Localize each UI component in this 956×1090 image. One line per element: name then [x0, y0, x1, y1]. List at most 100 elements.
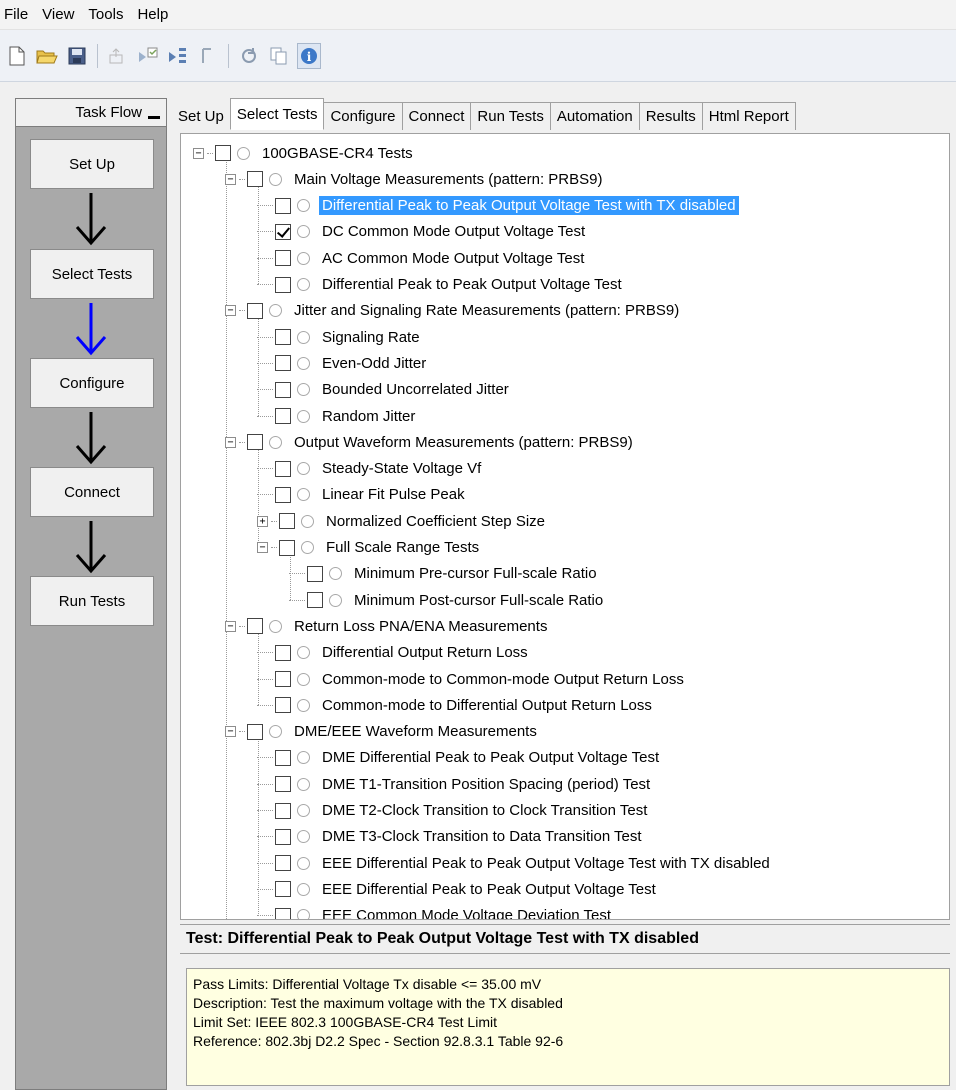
checkbox[interactable] — [275, 855, 291, 872]
tree-item-label[interactable]: Signaling Rate — [319, 328, 423, 347]
tree-item[interactable]: + Normalized Coefficient Step Size — [257, 508, 548, 534]
tree-item[interactable]: DME T2-Clock Transition to Clock Transit… — [257, 798, 650, 824]
checkbox[interactable] — [247, 723, 263, 740]
checkbox[interactable] — [275, 276, 291, 293]
refresh-icon[interactable] — [237, 43, 261, 69]
test-tree[interactable]: − 100GBASE-CR4 Tests − Main Voltage Measure… — [180, 133, 950, 920]
checkbox[interactable] — [307, 565, 323, 582]
tree-item[interactable]: Even-Odd Jitter — [257, 350, 429, 376]
taskflow-step-set-up[interactable]: Set Up — [30, 139, 154, 189]
tree-item[interactable]: Differential Peak to Peak Output Voltage… — [257, 193, 739, 219]
tree-item-label[interactable]: EEE Common Mode Voltage Deviation Test — [319, 906, 614, 919]
checkbox[interactable] — [275, 250, 291, 267]
checkbox[interactable] — [275, 329, 291, 346]
checkbox[interactable] — [247, 302, 263, 319]
tree-item-label[interactable]: Normalized Coefficient Step Size — [323, 512, 548, 531]
tree-item-label[interactable]: Minimum Pre-cursor Full-scale Ratio — [351, 564, 600, 583]
menu-tools[interactable]: Tools — [86, 6, 131, 23]
checkbox[interactable] — [307, 592, 323, 609]
tree-item[interactable]: Signaling Rate — [257, 324, 423, 350]
tree-item[interactable]: Differential Peak to Peak Output Voltage… — [257, 272, 625, 298]
tree-item-label[interactable]: EEE Differential Peak to Peak Output Vol… — [319, 880, 659, 899]
tree-item-label[interactable]: Common-mode to Differential Output Retur… — [319, 696, 655, 715]
tab-connect[interactable]: Connect — [401, 102, 472, 130]
tab-automation[interactable]: Automation — [549, 102, 640, 130]
tree-item-label[interactable]: Minimum Post-cursor Full-scale Ratio — [351, 591, 606, 610]
tree-item[interactable]: Common-mode to Differential Output Retur… — [257, 692, 655, 718]
tree-item-label[interactable]: DC Common Mode Output Voltage Test — [319, 222, 588, 241]
tree-item[interactable]: EEE Differential Peak to Peak Output Vol… — [257, 876, 659, 902]
tree-item-label[interactable]: Random Jitter — [319, 407, 418, 426]
run-checked-icon[interactable] — [136, 43, 160, 69]
collapse-icon[interactable]: − — [225, 620, 236, 632]
export-icon[interactable] — [106, 43, 130, 69]
tab-configure[interactable]: Configure — [323, 102, 403, 130]
checkbox[interactable] — [275, 802, 291, 819]
tree-item[interactable]: − Full Scale Range Tests — [257, 535, 482, 561]
tree-item-label[interactable]: Steady-State Voltage Vf — [319, 459, 484, 478]
tree-item[interactable]: Random Jitter — [257, 403, 418, 429]
tree-group[interactable]: − Jitter and Signaling Rate Measurements … — [225, 298, 682, 324]
tree-item[interactable]: Bounded Uncorrelated Jitter — [257, 377, 512, 403]
collapse-icon[interactable]: − — [193, 147, 204, 159]
tab-html-report[interactable]: Html Report — [701, 102, 796, 130]
checkbox[interactable] — [247, 171, 263, 188]
tree-item-label[interactable]: DME T1-Transition Position Spacing (peri… — [319, 775, 653, 794]
tree-item-label[interactable]: Differential Output Return Loss — [319, 643, 531, 662]
tree-item-label[interactable]: Linear Fit Pulse Peak — [319, 485, 468, 504]
checkbox[interactable] — [247, 434, 263, 451]
checkbox[interactable] — [275, 408, 291, 424]
open-folder-icon[interactable] — [35, 43, 59, 69]
tree-item-label[interactable]: DME/EEE Waveform Measurements — [291, 722, 540, 741]
checkbox[interactable] — [275, 460, 291, 477]
menu-view[interactable]: View — [40, 6, 82, 23]
tree-group[interactable]: − DME/EEE Waveform Measurements — [225, 719, 540, 745]
tree-item-label[interactable]: Differential Peak to Peak Output Voltage… — [319, 275, 625, 294]
menu-file[interactable]: File — [2, 6, 36, 23]
tree-item-label[interactable]: Even-Odd Jitter — [319, 354, 429, 373]
menu-help[interactable]: Help — [135, 6, 176, 23]
save-icon[interactable] — [65, 43, 89, 69]
tree-item-label[interactable]: Bounded Uncorrelated Jitter — [319, 380, 512, 399]
run-all-icon[interactable] — [166, 43, 190, 69]
tab-run-tests[interactable]: Run Tests — [470, 102, 551, 130]
taskflow-step-connect[interactable]: Connect — [30, 467, 154, 517]
checkbox[interactable] — [275, 355, 291, 372]
tree-item[interactable]: DME Differential Peak to Peak Output Vol… — [257, 745, 662, 771]
tree-item[interactable]: DC Common Mode Output Voltage Test — [257, 219, 588, 245]
tree-item-label[interactable]: Output Waveform Measurements (pattern: P… — [291, 433, 636, 452]
tree-item[interactable]: DME T1-Transition Position Spacing (peri… — [257, 771, 653, 797]
tree-subitem[interactable]: Minimum Pre-cursor Full-scale Ratio — [289, 561, 600, 587]
tab-set-up[interactable]: Set Up — [172, 102, 231, 130]
taskflow-step-configure[interactable]: Configure — [30, 358, 154, 408]
checkbox[interactable] — [279, 539, 295, 556]
checkbox-checked[interactable] — [275, 223, 291, 240]
tree-group[interactable]: − Output Waveform Measurements (pattern: … — [225, 429, 636, 455]
tree-item-label[interactable]: DME T3-Clock Transition to Data Transiti… — [319, 827, 645, 846]
checkbox[interactable] — [275, 907, 291, 919]
tree-item[interactable]: Linear Fit Pulse Peak — [257, 482, 468, 508]
tree-group[interactable]: − Main Voltage Measurements (pattern: PRB… — [225, 166, 605, 192]
tree-item[interactable]: Steady-State Voltage Vf — [257, 456, 484, 482]
tree-group[interactable]: − Return Loss PNA/ENA Measurements — [225, 613, 550, 639]
checkbox[interactable] — [275, 671, 291, 687]
tree-item-label[interactable]: Common-mode to Common-mode Output Return… — [319, 670, 687, 689]
info-icon[interactable]: i — [297, 42, 321, 69]
taskflow-step-run-tests[interactable]: Run Tests — [30, 576, 154, 626]
checkbox[interactable] — [275, 749, 291, 766]
expand-icon[interactable]: + — [257, 515, 268, 527]
tree-item-label[interactable]: Return Loss PNA/ENA Measurements — [291, 617, 550, 636]
tree-item-label[interactable]: 100GBASE-CR4 Tests — [259, 144, 416, 163]
checkbox[interactable] — [275, 881, 291, 898]
tree-root[interactable]: − 100GBASE-CR4 Tests — [193, 140, 416, 166]
checkbox[interactable] — [275, 697, 291, 714]
tree-item-label[interactable]: EEE Differential Peak to Peak Output Vol… — [319, 854, 773, 873]
collapse-icon[interactable]: − — [257, 542, 268, 553]
tree-item-label[interactable]: Jitter and Signaling Rate Measurements (… — [291, 301, 682, 320]
tree-item[interactable]: Differential Output Return Loss — [257, 640, 531, 666]
tree-item[interactable]: Common-mode to Common-mode Output Return… — [257, 666, 687, 692]
tree-item[interactable]: AC Common Mode Output Voltage Test — [257, 245, 587, 271]
checkbox[interactable] — [275, 381, 291, 398]
minimize-icon[interactable] — [148, 107, 160, 119]
checkbox[interactable] — [279, 513, 295, 530]
